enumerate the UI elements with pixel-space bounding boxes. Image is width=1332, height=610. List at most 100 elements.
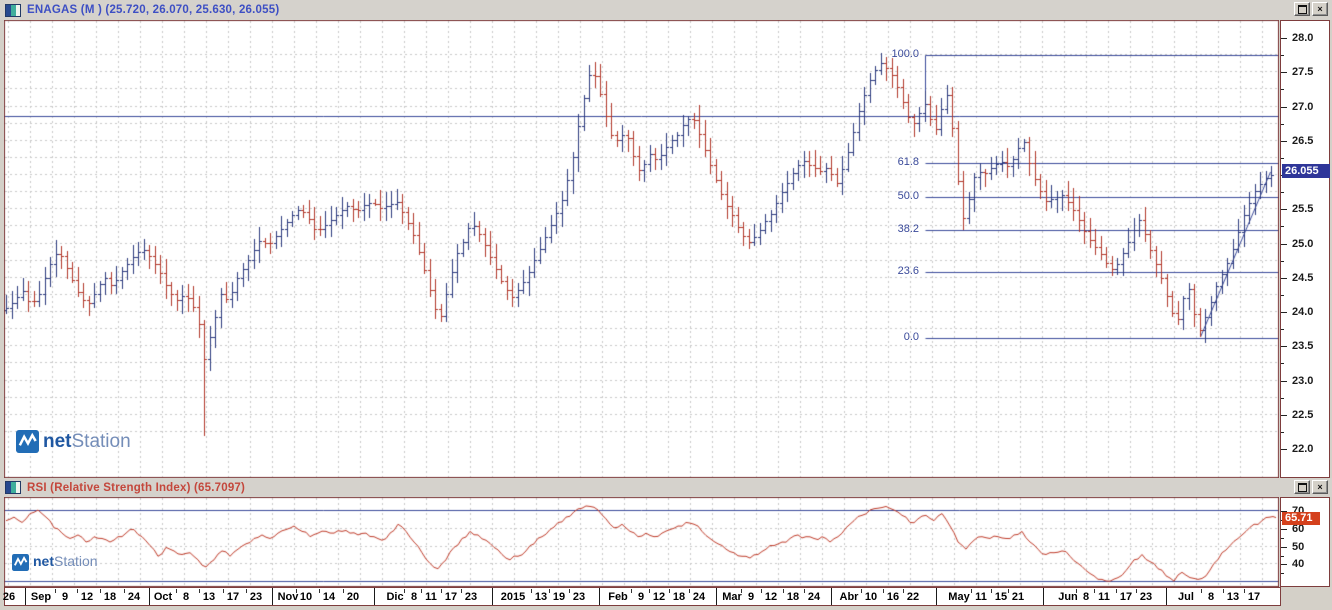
date-tick — [569, 589, 570, 593]
date-axis: 26Sep9121824Oct8131723Nov101420Dic811172… — [4, 587, 1281, 606]
date-day-label: 10 — [865, 591, 877, 603]
date-month-label: Mar — [722, 591, 742, 603]
date-tick — [1201, 589, 1202, 593]
price-axis-tick — [1281, 312, 1287, 313]
date-day-label: 8 — [1208, 591, 1214, 603]
main-window-controls: × — [1294, 2, 1328, 16]
date-day-label: 16 — [887, 591, 899, 603]
date-day-label: 9 — [638, 591, 644, 603]
price-axis-minor-tick — [1281, 124, 1284, 125]
date-day-label: 13 — [203, 591, 215, 603]
watermark-light: Station — [54, 553, 98, 569]
month-separator — [831, 588, 832, 605]
price-axis-tick — [1281, 346, 1287, 347]
date-month-label: 2015 — [501, 591, 525, 603]
month-separator — [599, 588, 600, 605]
date-tick — [176, 589, 177, 593]
main-titlebar[interactable]: ENAGAS (M ) (25.720, 26.070, 25.630, 26.… — [0, 0, 1332, 20]
date-tick — [404, 589, 405, 593]
month-separator — [492, 588, 493, 605]
date-day-label: 12 — [765, 591, 777, 603]
main-chart-area: 100.061.850.038.223.60.0 netStation — [4, 20, 1279, 478]
price-axis-label: 23.0 — [1292, 375, 1313, 387]
fib-label-23.6: 23.6 — [871, 265, 919, 277]
month-separator — [272, 588, 273, 605]
date-tick — [903, 589, 904, 593]
date-day-label: 18 — [787, 591, 799, 603]
price-axis-label: 26.5 — [1292, 135, 1313, 147]
rsi-title: RSI (Relative Strength Index) (65.7097) — [27, 482, 245, 494]
date-day-label: 13 — [535, 591, 547, 603]
month-separator — [1043, 588, 1044, 605]
date-day-label: 13 — [1227, 591, 1239, 603]
fib-label-61.8: 61.8 — [871, 156, 919, 168]
watermark-light: Station — [72, 431, 131, 452]
price-chart-canvas[interactable] — [4, 20, 1279, 478]
date-day-label: 8 — [411, 591, 417, 603]
date-tick — [441, 589, 442, 593]
date-tick — [1223, 589, 1224, 593]
close-icon: × — [1317, 5, 1322, 14]
date-day-label: 18 — [673, 591, 685, 603]
date-tick — [421, 589, 422, 593]
date-month-label: Dic — [386, 591, 403, 603]
date-day-label: 11 — [1098, 591, 1110, 603]
price-axis-minor-tick — [1281, 55, 1284, 56]
last-price-label: 26.055 — [1282, 164, 1330, 178]
price-axis-label: 24.0 — [1292, 306, 1313, 318]
date-tick — [55, 589, 56, 593]
date-tick — [223, 589, 224, 593]
month-separator — [149, 588, 150, 605]
maximize-button[interactable] — [1294, 2, 1310, 16]
date-day-label: 23 — [573, 591, 585, 603]
price-axis-label: 22.5 — [1292, 409, 1313, 421]
date-day-label: 8 — [183, 591, 189, 603]
price-axis-label: 23.5 — [1292, 340, 1313, 352]
wave-icon — [16, 430, 39, 453]
date-month-label: May — [948, 591, 969, 603]
date-day-label: 23 — [465, 591, 477, 603]
close-icon: × — [1317, 483, 1322, 492]
price-axis-label: 27.5 — [1292, 66, 1313, 78]
date-day-label: 17 — [1248, 591, 1260, 603]
rsi-titlebar[interactable]: RSI (Relative Strength Index) (65.7097) — [0, 478, 1332, 497]
date-month-label: Abr — [840, 591, 859, 603]
date-day-label: 20 — [347, 591, 359, 603]
date-tick — [100, 589, 101, 593]
date-day-label: 14 — [323, 591, 335, 603]
month-separator — [25, 588, 26, 605]
date-month-label: Oct — [154, 591, 172, 603]
date-tick — [1116, 589, 1117, 593]
rsi-axis-minor-tick — [1281, 538, 1284, 539]
date-day-label: 12 — [81, 591, 93, 603]
maximize-icon — [1298, 5, 1307, 14]
rsi-canvas[interactable] — [4, 497, 1279, 587]
price-axis-minor-tick — [1281, 89, 1284, 90]
price-axis-label: 25.0 — [1292, 238, 1313, 250]
date-day-label: 11 — [975, 591, 987, 603]
date-day-label: 26 — [3, 591, 15, 603]
rsi-axis-tick — [1281, 564, 1287, 565]
date-tick — [1008, 589, 1009, 593]
price-axis-minor-tick — [1281, 432, 1284, 433]
date-tick — [319, 589, 320, 593]
price-axis-minor-tick — [1281, 158, 1284, 159]
price-axis-tick — [1281, 141, 1287, 142]
price-axis-label: 28.0 — [1292, 32, 1313, 44]
rsi-maximize-button[interactable] — [1294, 480, 1310, 494]
date-day-label: 10 — [300, 591, 312, 603]
date-tick — [1094, 589, 1095, 593]
date-tick — [669, 589, 670, 593]
date-tick — [461, 589, 462, 593]
date-tick — [77, 589, 78, 593]
close-button[interactable]: × — [1312, 2, 1328, 16]
watermark-bold: net — [33, 553, 54, 569]
rsi-close-button[interactable]: × — [1312, 480, 1328, 494]
date-tick — [296, 589, 297, 593]
date-day-label: 12 — [653, 591, 665, 603]
netstation-watermark-small: netStation — [12, 553, 98, 571]
date-tick — [1136, 589, 1137, 593]
fib-label-0.0: 0.0 — [871, 331, 919, 343]
rsi-value-label: 65.71 — [1282, 512, 1320, 525]
date-tick — [1244, 589, 1245, 593]
